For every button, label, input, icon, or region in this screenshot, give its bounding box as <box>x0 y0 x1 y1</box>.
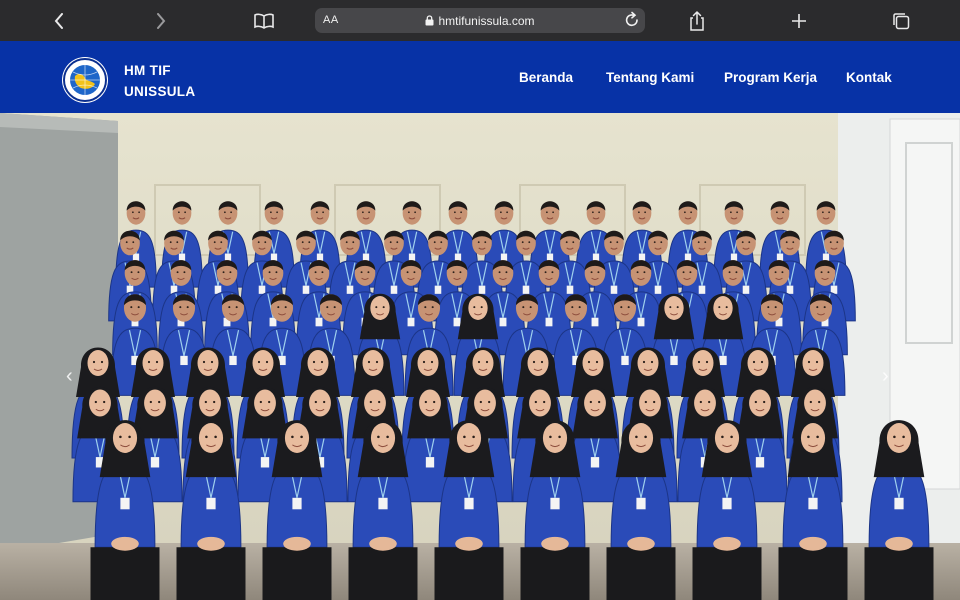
forward-icon[interactable] <box>150 0 172 41</box>
nav-tentang-kami[interactable]: Tentang Kami <box>606 70 694 85</box>
nav-program-kerja[interactable]: Program Kerja <box>724 70 817 85</box>
address-bar[interactable]: AA hmtifunissula.com <box>315 8 645 33</box>
plus-icon[interactable] <box>788 0 810 41</box>
logo[interactable] <box>62 57 108 103</box>
hero-group-photo: ‹ › <box>0 113 960 600</box>
browser-toolbar: AA hmtifunissula.com <box>0 0 960 41</box>
book-icon[interactable] <box>252 0 276 41</box>
reload-icon[interactable] <box>624 10 640 35</box>
lock-icon <box>425 15 434 26</box>
carousel-prev-button[interactable]: ‹ <box>66 365 73 388</box>
brand-name[interactable]: HM TIF UNISSULA <box>124 60 195 102</box>
tabs-icon[interactable] <box>890 0 912 41</box>
back-icon[interactable] <box>48 0 70 41</box>
brand-line-1: HM TIF <box>124 63 171 78</box>
nav-beranda[interactable]: Beranda <box>519 70 573 85</box>
share-icon[interactable] <box>686 0 708 41</box>
carousel-next-button[interactable]: › <box>882 365 889 388</box>
globe-logo-icon <box>63 58 107 102</box>
group-photo <box>0 113 960 600</box>
site-header: HM TIF UNISSULA Beranda Tentang Kami Pro… <box>0 41 960 113</box>
brand-line-2: UNISSULA <box>124 84 196 99</box>
url-text: hmtifunissula.com <box>438 13 535 28</box>
nav-kontak[interactable]: Kontak <box>846 70 892 85</box>
